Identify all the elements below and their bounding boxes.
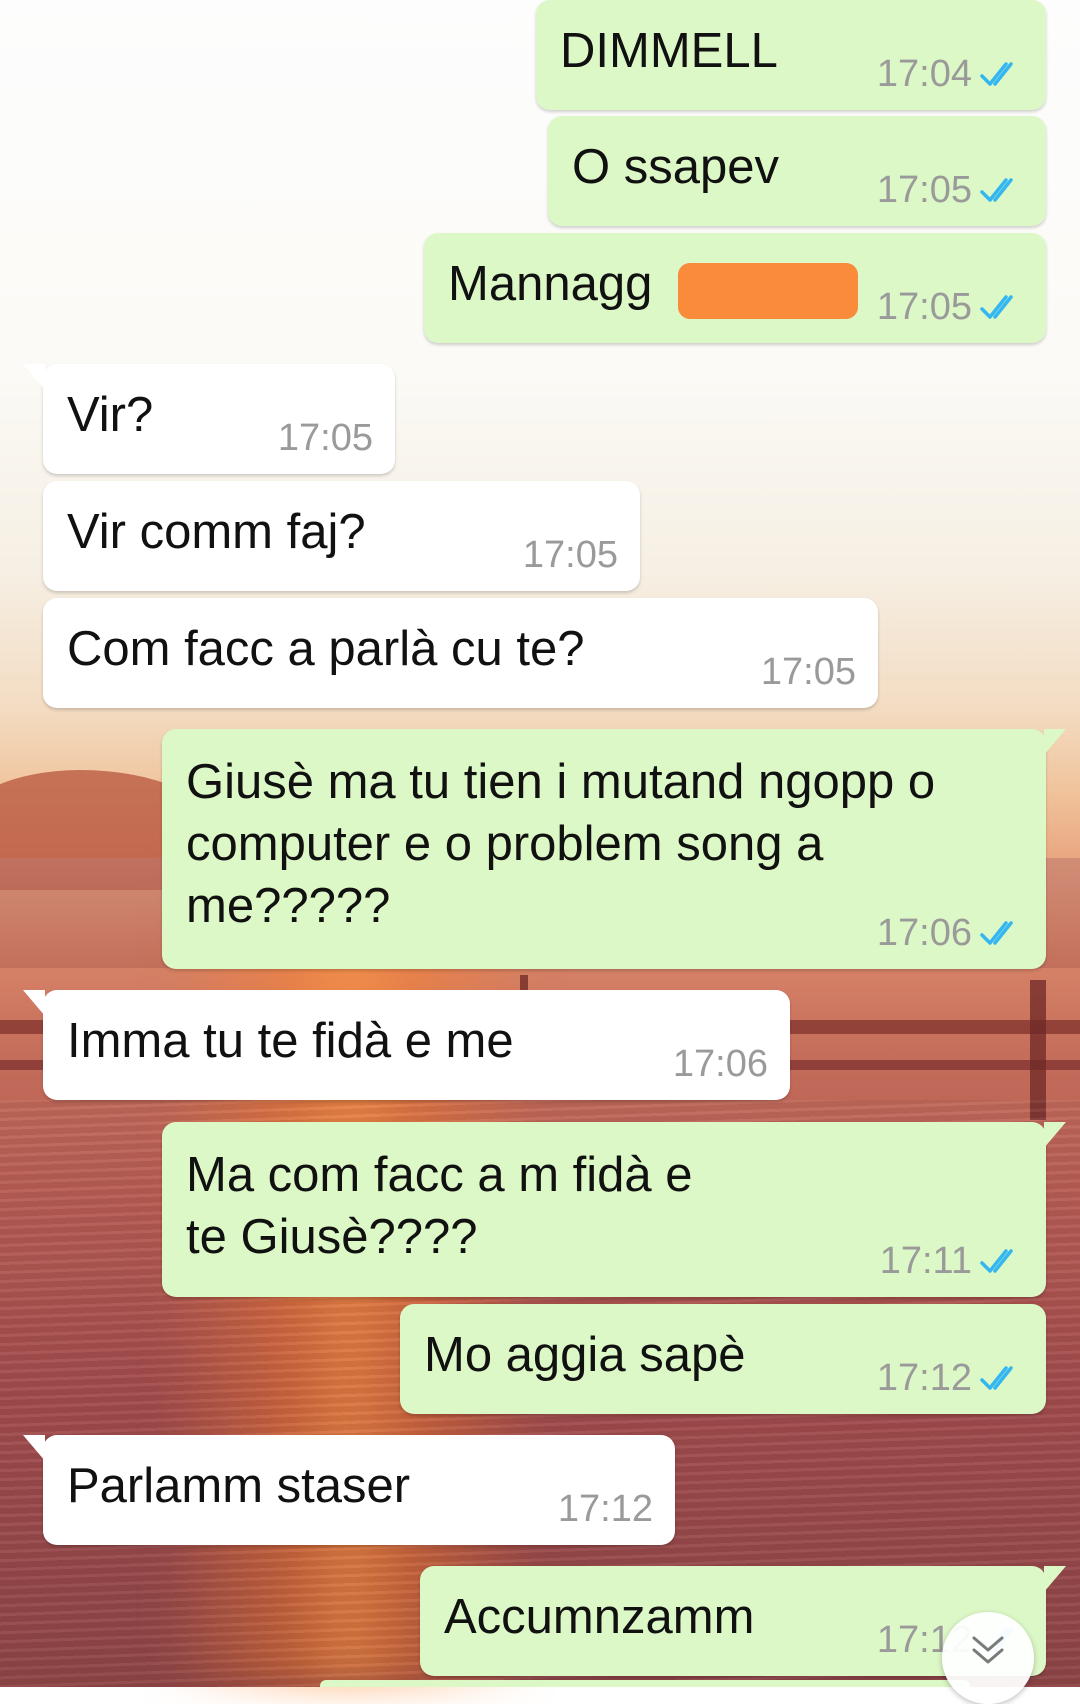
double-check-icon <box>980 295 1013 319</box>
message-meta: 17:04 <box>877 52 1024 96</box>
message-text: Parlamm staser <box>67 1459 411 1513</box>
message-time: 17:06 <box>672 1043 768 1085</box>
message-incoming[interactable]: Parlamm staser 17:12 <box>23 1435 675 1545</box>
message-incoming[interactable]: Imma tu te fidà e me 17:06 <box>23 990 790 1100</box>
message-time: 17:05 <box>876 169 972 211</box>
message-outgoing[interactable]: Mo aggia sapè 17:12 <box>400 1304 1046 1414</box>
redaction-block <box>678 263 858 319</box>
message-outgoing[interactable]: Giusè ma tu tien i mutand ngopp o comput… <box>162 729 1066 969</box>
double-check-icon <box>980 921 1013 945</box>
message-time: 17:05 <box>522 534 618 576</box>
message-time: 17:05 <box>760 651 856 693</box>
double-check-icon <box>980 1249 1013 1273</box>
wallpaper-railing-post <box>1030 980 1046 1120</box>
message-text: Mo aggia sapè <box>424 1328 746 1382</box>
message-meta: 17:05 <box>877 285 1024 329</box>
message-time: 17:11 <box>879 1240 972 1282</box>
message-text: O ssapev <box>572 140 779 194</box>
message-text: Com facc a parlà cu te? <box>67 622 585 676</box>
message-outgoing[interactable]: Mannagg 17:05 <box>424 233 1046 343</box>
message-time: 17:12 <box>557 1488 653 1530</box>
message-text: Accumnzamm <box>444 1590 755 1644</box>
message-meta: 17:05 <box>278 416 373 460</box>
next-message-edge <box>320 1680 970 1687</box>
message-outgoing[interactable]: Ma com facc a m fidà e te Giusè???? 17:1… <box>162 1122 1066 1297</box>
message-meta: 17:12 <box>877 1356 1024 1400</box>
message-incoming[interactable]: Com facc a parlà cu te? 17:05 <box>43 598 878 708</box>
message-time: 17:04 <box>876 53 972 95</box>
message-text: Mannagg <box>448 257 653 311</box>
message-meta: 17:06 <box>673 1042 768 1086</box>
double-chevron-down-icon <box>972 1636 1004 1664</box>
message-time: 17:12 <box>876 1357 972 1399</box>
message-text: Ma com facc a m fidà e te Giusè???? <box>186 1148 693 1264</box>
message-time: 17:06 <box>876 912 972 954</box>
message-time: 17:05 <box>277 417 373 459</box>
double-check-icon <box>980 1366 1013 1390</box>
message-meta: 17:12 <box>558 1487 653 1531</box>
message-meta: 17:11 <box>880 1239 1024 1283</box>
double-check-icon <box>980 62 1013 86</box>
message-text: Vir comm faj? <box>67 505 366 559</box>
double-check-icon <box>980 178 1013 202</box>
message-meta: 17:05 <box>523 533 618 577</box>
message-meta: 17:06 <box>877 911 1024 955</box>
message-text: Imma tu te fidà e me <box>67 1014 514 1068</box>
message-meta: 17:05 <box>761 650 856 694</box>
message-text: Vir? <box>67 388 154 442</box>
scroll-to-bottom-button[interactable] <box>942 1612 1034 1704</box>
message-incoming[interactable]: Vir? 17:05 <box>23 364 395 474</box>
message-text: Giusè ma tu tien i mutand ngopp o comput… <box>186 755 936 933</box>
message-time: 17:05 <box>876 286 972 328</box>
message-incoming[interactable]: Vir comm faj? 17:05 <box>43 481 640 591</box>
message-outgoing[interactable]: DIMMELL 17:04 <box>536 0 1046 110</box>
message-meta: 17:05 <box>877 168 1024 212</box>
message-outgoing[interactable]: O ssapev 17:05 <box>548 116 1046 226</box>
message-text: DIMMELL <box>560 24 778 78</box>
